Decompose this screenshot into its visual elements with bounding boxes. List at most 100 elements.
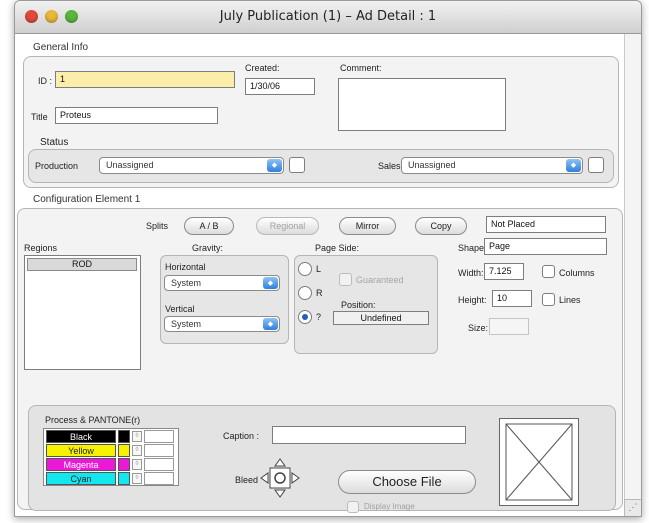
process-pantone-label: Process & PANTONE(r) (45, 415, 141, 425)
bleed-control[interactable] (259, 457, 301, 499)
color-toggle[interactable]: ◊ (132, 473, 142, 484)
bleed-label: Bleed (235, 475, 259, 485)
general-info-group: ID : 1 Created: 1/30/06 Comment: Title P… (23, 56, 619, 188)
gravity-group: Horizontal System ◆ Vertical System ◆ (160, 255, 289, 344)
color-value[interactable] (144, 472, 174, 485)
id-field[interactable]: 1 (55, 71, 235, 88)
bleed-arrows-icon (260, 458, 300, 498)
color-name: Magenta (46, 458, 116, 471)
vertical-label: Vertical (165, 304, 195, 314)
mirror-button[interactable]: Mirror (339, 217, 396, 235)
placement-status-field: Not Placed (486, 216, 606, 233)
general-info-label: General Info (33, 42, 89, 53)
width-field[interactable]: 7.125 (484, 263, 524, 280)
color-toggle[interactable]: ◊ (132, 459, 142, 470)
color-row-magenta[interactable]: Magenta ◊ (44, 458, 174, 471)
regional-button[interactable]: Regional (256, 217, 319, 235)
window-title: July Publication (1) – Ad Detail : 1 (219, 9, 437, 24)
configuration-group: Splits A / B Regional Mirror Copy Not Pl… (17, 208, 623, 513)
shape-label: Shape (458, 243, 485, 253)
created-field[interactable]: 1/30/06 (245, 78, 315, 95)
regions-list[interactable]: ROD (24, 255, 141, 370)
color-name: Cyan (46, 472, 116, 485)
color-row-cyan[interactable]: Cyan ◊ (44, 472, 174, 485)
list-item[interactable]: ROD (27, 258, 137, 271)
sales-color-button[interactable] (588, 157, 604, 173)
color-row-yellow[interactable]: Yellow ◊ (44, 444, 174, 457)
content-area: General Info ID : 1 Created: 1/30/06 Com… (15, 34, 625, 516)
gravity-label: Gravity: (192, 243, 224, 253)
splits-label: Splits (146, 221, 169, 231)
color-name: Black (46, 430, 116, 443)
process-colors-table[interactable]: Black ◊ Yellow ◊ Magenta ◊ Cyan ◊ (43, 428, 179, 486)
sales-value: Unassigned (408, 160, 456, 170)
color-toggle[interactable]: ◊ (132, 431, 142, 442)
production-popup[interactable]: Unassigned ◆ (99, 157, 284, 174)
height-field[interactable]: 10 (492, 290, 532, 307)
shape-field[interactable]: Page (484, 238, 607, 255)
side-left-radio[interactable] (298, 262, 312, 276)
width-label: Width: (458, 268, 484, 278)
color-toggle[interactable]: ◊ (132, 445, 142, 456)
color-value[interactable] (144, 444, 174, 457)
placeholder-image-icon (505, 423, 573, 501)
production-color-button[interactable] (289, 157, 305, 173)
vertical-gravity-popup[interactable]: System ◆ (164, 316, 280, 332)
side-left-label: L (316, 264, 322, 274)
lines-checkbox[interactable] (542, 293, 555, 306)
display-image-label: Display Image (364, 502, 415, 511)
side-right-radio[interactable] (298, 286, 312, 300)
status-group: Production Unassigned ◆ Sales Unassigned… (28, 149, 614, 183)
resize-grip-icon[interactable]: ⋰ (624, 499, 641, 516)
color-swatch (118, 458, 130, 471)
page-side-label: Page Side: (315, 243, 360, 253)
caption-field[interactable] (272, 426, 466, 444)
color-swatch (118, 430, 130, 443)
color-row-black[interactable]: Black ◊ (44, 430, 174, 443)
popup-arrows-icon: ◆ (263, 277, 278, 289)
copy-button[interactable]: Copy (415, 217, 467, 235)
title-label: Title (31, 112, 48, 122)
popup-arrows-icon: ◆ (263, 318, 278, 330)
side-any-label: ? (316, 312, 322, 322)
color-value[interactable] (144, 458, 174, 471)
horizontal-gravity-popup[interactable]: System ◆ (164, 275, 280, 291)
process-pantone-group: Process & PANTONE(r) Black ◊ Yellow ◊ Ma… (28, 405, 616, 513)
side-right-label: R (316, 288, 323, 298)
horizontal-gravity-value: System (171, 278, 202, 288)
display-image-checkbox[interactable] (347, 501, 359, 513)
sales-popup[interactable]: Unassigned ◆ (401, 157, 583, 174)
columns-checkbox[interactable] (542, 265, 555, 278)
created-label: Created: (245, 63, 280, 73)
position-value: Undefined (333, 311, 429, 325)
columns-label: Columns (559, 268, 595, 278)
title-bar[interactable]: July Publication (1) – Ad Detail : 1 (15, 1, 641, 34)
title-field[interactable]: Proteus (55, 107, 218, 124)
ad-detail-window: July Publication (1) – Ad Detail : 1 Gen… (14, 0, 642, 517)
ab-split-button[interactable]: A / B (184, 217, 234, 235)
lines-label: Lines (559, 295, 581, 305)
caption-label: Caption : (223, 431, 260, 441)
side-any-radio[interactable] (298, 310, 312, 324)
sales-label: Sales (378, 161, 401, 171)
color-swatch (118, 472, 130, 485)
vertical-gravity-value: System (171, 319, 202, 329)
size-label: Size: (468, 323, 489, 333)
color-value[interactable] (144, 430, 174, 443)
guaranteed-label: Guaranteed (356, 275, 404, 285)
choose-file-button[interactable]: Choose File (338, 470, 476, 494)
position-label: Position: (341, 300, 376, 310)
vertical-scrollbar[interactable] (624, 34, 641, 516)
id-label: ID : (38, 76, 53, 86)
production-label: Production (35, 161, 79, 171)
horizontal-label: Horizontal (165, 262, 206, 272)
color-swatch (118, 444, 130, 457)
comment-field[interactable] (338, 78, 506, 131)
popup-arrows-icon: ◆ (566, 159, 581, 172)
production-value: Unassigned (106, 160, 154, 170)
configuration-element-label: Configuration Element 1 (33, 194, 141, 205)
popup-arrows-icon: ◆ (267, 159, 282, 172)
height-label: Height: (458, 295, 487, 305)
guaranteed-checkbox[interactable] (339, 273, 352, 286)
regions-label: Regions (24, 243, 58, 253)
